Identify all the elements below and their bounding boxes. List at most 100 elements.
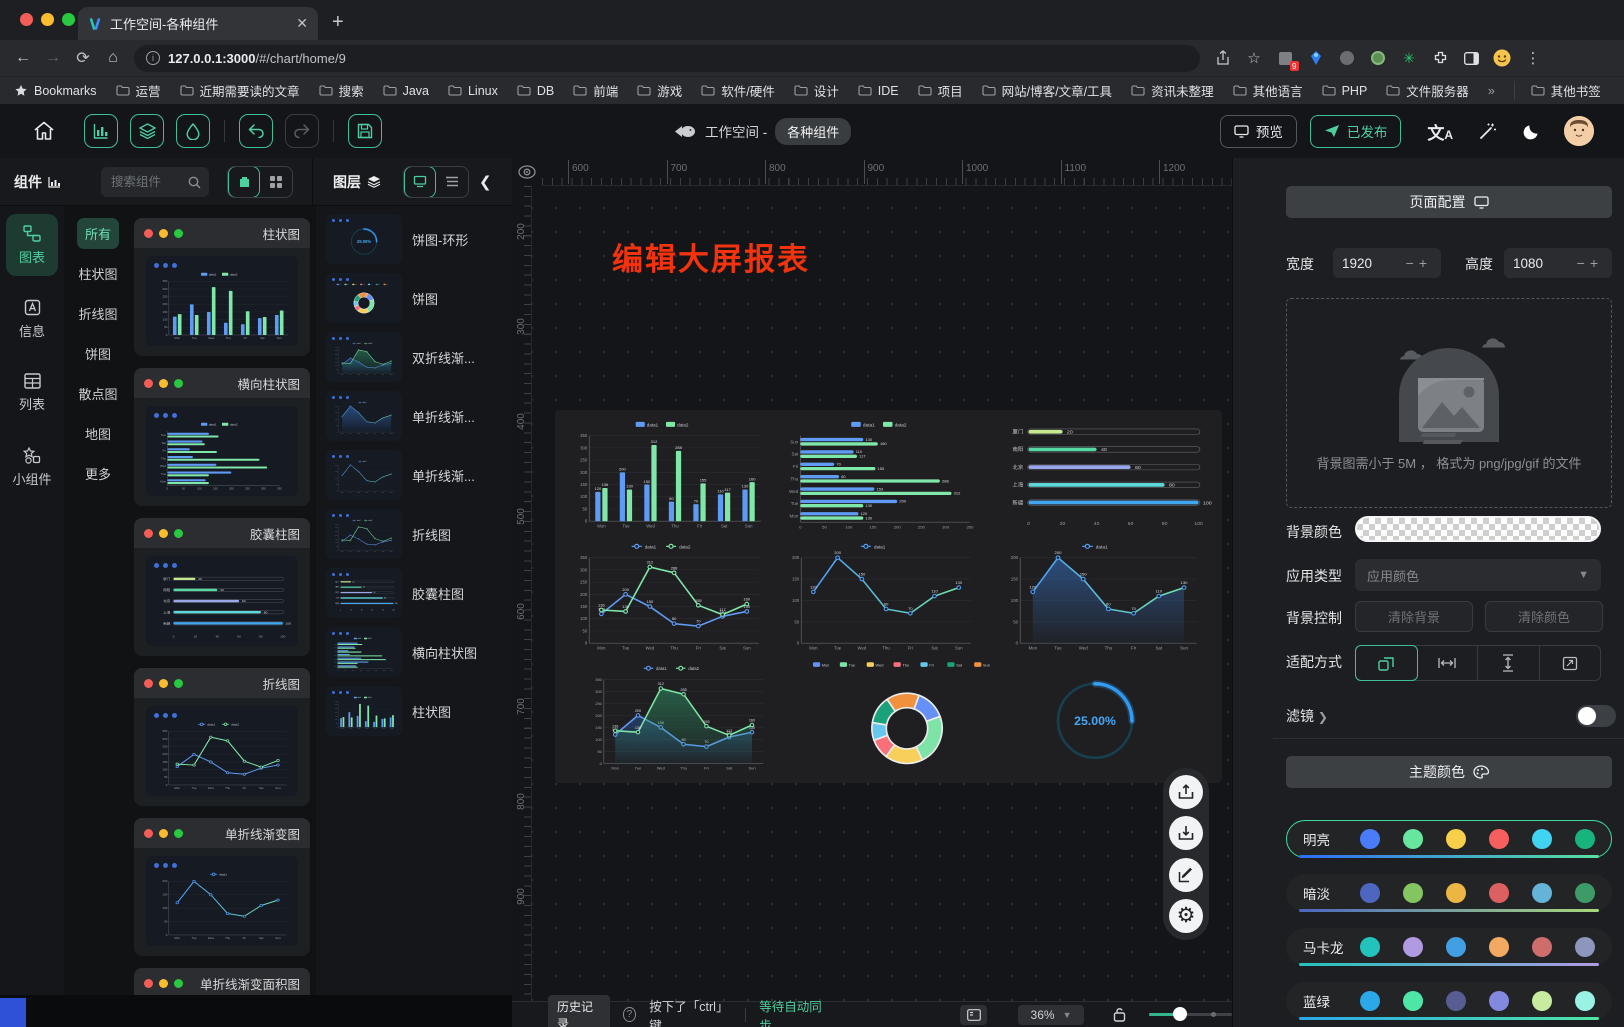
bookmark-folder[interactable]: 项目 bbox=[918, 81, 963, 100]
canvas-chart-capsule[interactable]: 厦门20南阳40北京60上海80新疆100020406080100 bbox=[995, 416, 1213, 534]
project-name-badge[interactable]: 各种组件 bbox=[775, 118, 851, 145]
fit-width-button[interactable] bbox=[1417, 646, 1479, 680]
bookmark-folder[interactable]: 网站/博客/文章/工具 bbox=[982, 81, 1112, 100]
layer-item[interactable]: 厦门20南阳40北京60上海80新疆100020406080100 胶囊柱图 bbox=[326, 568, 512, 618]
pin-extension-icon[interactable] bbox=[1307, 49, 1325, 67]
bookmark-folder[interactable]: 软件/硬件 bbox=[701, 81, 774, 100]
bookmark-folder[interactable]: 前端 bbox=[573, 81, 618, 100]
fit-scale-button[interactable] bbox=[1355, 645, 1418, 681]
canvas-chart-ring[interactable]: 25.00% bbox=[1007, 660, 1183, 778]
tab-close-icon[interactable]: ✕ bbox=[296, 15, 308, 32]
user-avatar[interactable] bbox=[1564, 116, 1594, 146]
layer-item[interactable]: data1data2050100150200250300350MonTueWed… bbox=[326, 686, 512, 736]
extension-badge-icon[interactable]: 9 bbox=[1276, 49, 1294, 67]
bookmark-folder[interactable]: 游戏 bbox=[637, 81, 682, 100]
extension-circle-icon[interactable] bbox=[1338, 49, 1356, 67]
forward-icon[interactable]: → bbox=[38, 49, 68, 67]
canvas-chart-donut[interactable]: MonTueWedThuFriSatSun bbox=[801, 656, 1013, 780]
single-column-view-button[interactable] bbox=[228, 166, 260, 198]
clear-background-button[interactable]: 清除背景 bbox=[1355, 601, 1473, 632]
zoom-select[interactable]: 36% ▼ bbox=[1018, 1005, 1083, 1025]
settings-gear-icon[interactable]: ⚙ bbox=[1169, 899, 1203, 933]
redo-button[interactable] bbox=[285, 114, 319, 148]
component-card[interactable]: 柱状图 data1data2050100150200250300350MonTu… bbox=[134, 218, 310, 356]
profile-avatar[interactable] bbox=[1493, 49, 1511, 67]
charts-tool-button[interactable] bbox=[84, 114, 118, 148]
magic-wand-icon[interactable] bbox=[1479, 122, 1497, 140]
collapse-panel-icon[interactable]: ❮ bbox=[479, 173, 492, 191]
edit-button[interactable] bbox=[1169, 858, 1203, 892]
category-1[interactable]: 柱状图 bbox=[70, 258, 125, 289]
lock-icon[interactable] bbox=[1113, 1007, 1126, 1022]
eye-icon[interactable] bbox=[512, 158, 542, 186]
canvas-chart-line-dual[interactable]: data1data2050100150200250300350MonTueWed… bbox=[565, 538, 767, 656]
bookmark-folder[interactable]: DB bbox=[517, 84, 554, 98]
translate-icon[interactable]: 文A bbox=[1427, 119, 1453, 144]
category-4[interactable]: 散点图 bbox=[70, 378, 125, 409]
rail-item-3[interactable]: 小组件 bbox=[6, 436, 58, 498]
height-stepper[interactable]: −+ bbox=[1577, 255, 1603, 271]
rail-item-1[interactable]: 信息 bbox=[6, 288, 58, 350]
site-info-icon[interactable]: i bbox=[146, 51, 160, 65]
filter-tool-button[interactable] bbox=[176, 114, 210, 148]
component-card[interactable]: 胶囊柱图 厦门20南阳40北京60上海80新疆100020406080100 bbox=[134, 518, 310, 656]
background-upload-dropzone[interactable]: 背景图需小于 5M ， 格式为 png/jpg/gif 的文件 bbox=[1286, 298, 1612, 508]
canvas-grid[interactable]: 编辑大屏报表 data1data2050100150200250300350Mo… bbox=[532, 186, 1232, 1002]
close-window-button[interactable] bbox=[20, 13, 33, 26]
other-bookmarks-folder[interactable]: 其他书签 bbox=[1514, 81, 1601, 100]
canvas-chart-line-single[interactable]: data1050100150200MonTueWedThuFriSatSun12… bbox=[777, 538, 979, 656]
layer-item[interactable]: data1050100150200MonTueWedThuFriSatSun 单… bbox=[326, 391, 512, 441]
fit-stretch-button[interactable] bbox=[1540, 646, 1601, 680]
height-input[interactable]: 1080 −+ bbox=[1504, 248, 1612, 278]
clear-color-button[interactable]: 清除颜色 bbox=[1485, 601, 1603, 632]
width-input[interactable]: 1920 −+ bbox=[1333, 248, 1441, 278]
category-3[interactable]: 饼图 bbox=[77, 338, 119, 369]
zoom-slider-knob[interactable] bbox=[1173, 1007, 1187, 1021]
category-0[interactable]: 所有 bbox=[77, 218, 119, 249]
theme-row-明亮[interactable]: 明亮 bbox=[1286, 820, 1612, 858]
canvas-chart-area-single[interactable]: data1050100150200MonTueWedThuFriSatSun12… bbox=[995, 538, 1205, 656]
share-icon[interactable] bbox=[1214, 49, 1232, 67]
browser-tab[interactable]: 工作空间-各种组件 ✕ bbox=[78, 7, 318, 40]
filter-toggle[interactable] bbox=[1576, 705, 1616, 727]
layer-list-view-button[interactable] bbox=[436, 166, 468, 198]
minimize-window-button[interactable] bbox=[41, 13, 54, 26]
rail-item-2[interactable]: 列表 bbox=[6, 362, 58, 424]
fit-height-button[interactable] bbox=[1478, 646, 1540, 680]
import-button[interactable] bbox=[1169, 816, 1203, 850]
dashboard-chart-panel[interactable]: data1data2050100150200250300350Mon120136… bbox=[555, 410, 1222, 783]
canvas-chart-bar[interactable]: data1data2050100150200250300350Mon120136… bbox=[565, 416, 767, 534]
extension-green-circle-icon[interactable] bbox=[1369, 49, 1387, 67]
category-5[interactable]: 地图 bbox=[77, 418, 119, 449]
drawer-toggle-button[interactable] bbox=[960, 1005, 987, 1025]
component-card[interactable]: 折线图 data1data2050100150200250300350MonTu… bbox=[134, 668, 310, 806]
extension-star-icon[interactable]: ✳ bbox=[1400, 49, 1418, 67]
new-tab-button[interactable]: + bbox=[332, 12, 344, 32]
dashboard-title-text[interactable]: 编辑大屏报表 bbox=[612, 234, 810, 279]
layer-item[interactable]: 25.00% 饼图-环形 bbox=[326, 214, 512, 264]
bookmark-folder[interactable]: Linux bbox=[448, 84, 498, 98]
canvas-chart-line-dual-gradient[interactable]: data1data2050100150200250300350MonTueWed… bbox=[581, 660, 771, 776]
component-card[interactable]: 单折线渐变面积图 data1050100150200MonTueWedThuFr… bbox=[134, 968, 310, 995]
theme-row-暗淡[interactable]: 暗淡 bbox=[1286, 874, 1612, 912]
bookmark-folder[interactable]: 资讯未整理 bbox=[1131, 81, 1214, 100]
bookmark-folder[interactable]: 文件服务器 bbox=[1386, 81, 1469, 100]
browser-menu-icon[interactable]: ⋮ bbox=[1524, 49, 1542, 67]
zoom-slider[interactable] bbox=[1149, 1013, 1232, 1016]
bookmark-folder[interactable]: 设计 bbox=[794, 81, 839, 100]
theme-row-蓝绿[interactable]: 蓝绿 bbox=[1286, 982, 1612, 1020]
export-button[interactable] bbox=[1169, 775, 1203, 809]
theme-row-马卡龙[interactable]: 马卡龙 bbox=[1286, 928, 1612, 966]
bg-color-swatch[interactable] bbox=[1355, 516, 1601, 542]
grid-view-button[interactable] bbox=[260, 166, 292, 198]
dark-mode-moon-icon[interactable] bbox=[1523, 123, 1540, 140]
maximize-window-button[interactable] bbox=[62, 13, 75, 26]
address-bar[interactable]: i 127.0.0.1:3000/#/chart/home/9 bbox=[134, 45, 1200, 72]
category-6[interactable]: 更多 bbox=[77, 458, 119, 489]
canvas-chart-hbar[interactable]: data1data2050100150200250300350Sun130160… bbox=[777, 416, 989, 534]
bookmark-folder[interactable]: 近期需要读的文章 bbox=[180, 81, 300, 100]
history-button[interactable]: 历史记录 bbox=[548, 995, 610, 1027]
layer-item[interactable]: data1data2050100150200250300350SunSatFri… bbox=[326, 627, 512, 677]
app-home-icon[interactable] bbox=[33, 121, 55, 141]
app-type-select[interactable]: 应用颜色 ▼ bbox=[1355, 559, 1601, 591]
